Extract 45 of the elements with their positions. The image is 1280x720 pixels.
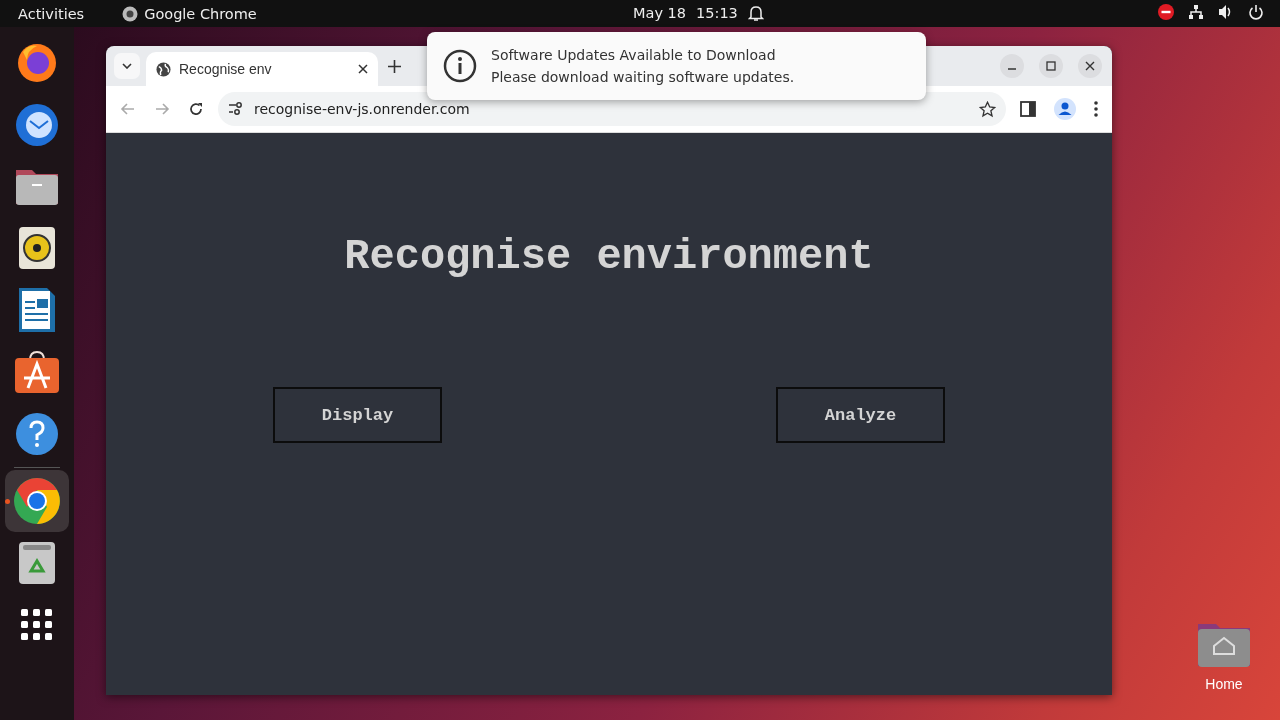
activities-button[interactable]: Activities bbox=[18, 5, 85, 22]
notification-title: Software Updates Available to Download bbox=[491, 47, 777, 63]
notification-banner[interactable]: Software Updates Available to Download Please download waiting software updates. bbox=[427, 32, 926, 100]
app-grid-icon[interactable] bbox=[21, 609, 53, 641]
dock-item[interactable] bbox=[5, 470, 69, 532]
page-button[interactable]: Display bbox=[273, 387, 442, 443]
page-heading: Recognise environment bbox=[344, 233, 874, 281]
network-icon[interactable] bbox=[1188, 4, 1204, 20]
app-menu[interactable]: Google Chrome bbox=[144, 5, 257, 22]
profile-icon bbox=[1054, 98, 1076, 120]
maximize-button[interactable] bbox=[1039, 54, 1063, 78]
power-icon[interactable] bbox=[1248, 4, 1264, 20]
browser-icon bbox=[13, 477, 61, 525]
back-arrow-icon bbox=[120, 101, 136, 117]
close-icon[interactable] bbox=[358, 64, 368, 74]
tab-search-button[interactable] bbox=[114, 53, 140, 79]
info-icon bbox=[443, 49, 477, 83]
globe-icon bbox=[156, 61, 171, 77]
plus-icon bbox=[388, 60, 401, 73]
do-not-disturb-icon[interactable] bbox=[1158, 4, 1174, 20]
caret-icon bbox=[122, 63, 132, 69]
bookmark-star-icon[interactable] bbox=[979, 100, 996, 118]
reload-icon bbox=[188, 101, 204, 117]
minimize-icon bbox=[1008, 68, 1016, 70]
trash-icon bbox=[18, 541, 56, 585]
bell-icon bbox=[747, 4, 764, 22]
browser-tab[interactable]: Recognise env bbox=[146, 52, 378, 86]
help-icon bbox=[15, 412, 59, 456]
site-settings-icon[interactable] bbox=[228, 102, 244, 116]
shopping-bag-icon bbox=[14, 350, 60, 394]
maximize-icon bbox=[1046, 61, 1056, 71]
url-text: recognise-env-js.onrender.com bbox=[254, 101, 471, 117]
more-icon bbox=[1094, 101, 1098, 117]
notification-body: Please download waiting software updates. bbox=[491, 69, 795, 85]
speaker-icon bbox=[18, 226, 56, 270]
close-button[interactable] bbox=[1078, 54, 1102, 78]
time-label[interactable]: 15:13 bbox=[696, 5, 738, 21]
forward-arrow-icon bbox=[154, 101, 170, 117]
close-icon bbox=[1085, 61, 1095, 71]
side-panel-icon bbox=[1020, 101, 1036, 117]
page-button[interactable]: Analyze bbox=[776, 387, 945, 443]
date-label[interactable]: May 18 bbox=[633, 5, 687, 21]
app-icon bbox=[122, 5, 139, 22]
document-icon bbox=[18, 287, 56, 333]
minimize-button[interactable] bbox=[1000, 54, 1024, 78]
